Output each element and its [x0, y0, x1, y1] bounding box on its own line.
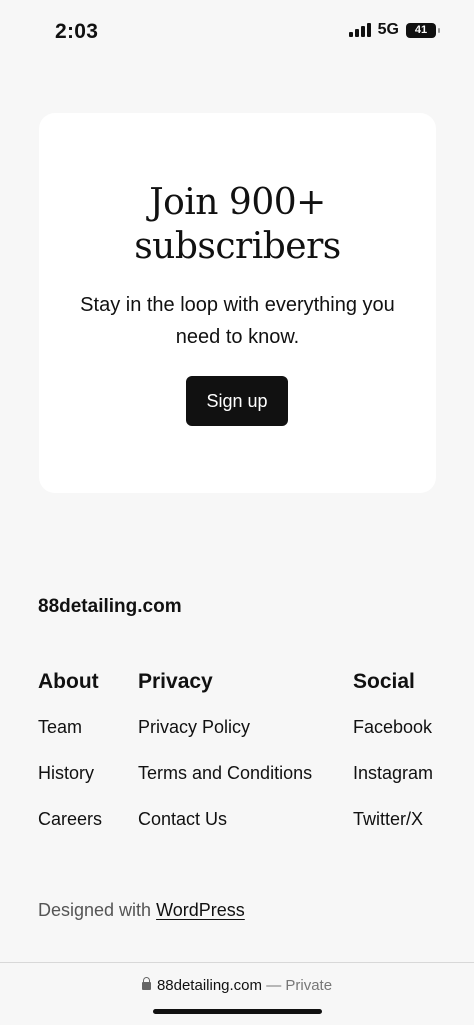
newsletter-text: Stay in the loop with everything you nee… [80, 294, 395, 348]
footer-credit: Designed with WordPress [38, 900, 245, 921]
footer-link-team[interactable]: Team [38, 716, 102, 738]
footer-column-about: About Team History Careers [38, 670, 102, 854]
footer-link-contact[interactable]: Contact Us [138, 808, 312, 830]
credit-prefix: Designed with [38, 900, 157, 920]
lock-icon [141, 977, 151, 990]
footer-column-social: Social Facebook Instagram Twitter/X [353, 670, 433, 854]
home-indicator[interactable] [153, 1009, 322, 1014]
browser-address-bar[interactable]: 88detailing.com — Private [0, 962, 474, 1025]
newsletter-card: Join 900+ subscribers Stay in the loop w… [39, 113, 436, 493]
footer-link-facebook[interactable]: Facebook [353, 716, 433, 738]
footer-column-privacy: Privacy Privacy Policy Terms and Conditi… [138, 670, 312, 854]
footer-link-terms[interactable]: Terms and Conditions [138, 762, 312, 784]
cellular-signal-icon [348, 23, 371, 37]
battery-icon: 41 [406, 22, 436, 38]
battery-cap [438, 27, 440, 33]
footer-link-careers[interactable]: Careers [38, 808, 102, 830]
url-privacy-label: — Private [266, 977, 333, 994]
footer-heading-privacy: Privacy [138, 670, 213, 693]
footer-heading-about: About [38, 670, 99, 693]
status-time: 2:03 [55, 20, 99, 43]
network-type: 5G [377, 21, 399, 38]
url-display[interactable]: 88detailing.com — Private [0, 977, 474, 994]
footer-site-name[interactable]: 88detailing.com [38, 596, 182, 618]
footer-heading-social: Social [353, 670, 415, 693]
footer-link-instagram[interactable]: Instagram [353, 762, 433, 784]
wordpress-link[interactable]: WordPress [156, 900, 245, 920]
status-indicators: 5G 41 [348, 21, 440, 39]
battery-level: 41 [414, 24, 428, 36]
footer-link-history[interactable]: History [38, 762, 102, 784]
newsletter-title: Join 900+ subscribers [134, 182, 341, 267]
url-domain: 88detailing.com [156, 977, 263, 994]
signup-button[interactable]: Sign up [186, 376, 288, 426]
footer-link-privacy-policy[interactable]: Privacy Policy [138, 716, 312, 738]
footer-link-twitter[interactable]: Twitter/X [353, 808, 433, 830]
status-bar: 2:03 5G 41 [0, 0, 474, 60]
